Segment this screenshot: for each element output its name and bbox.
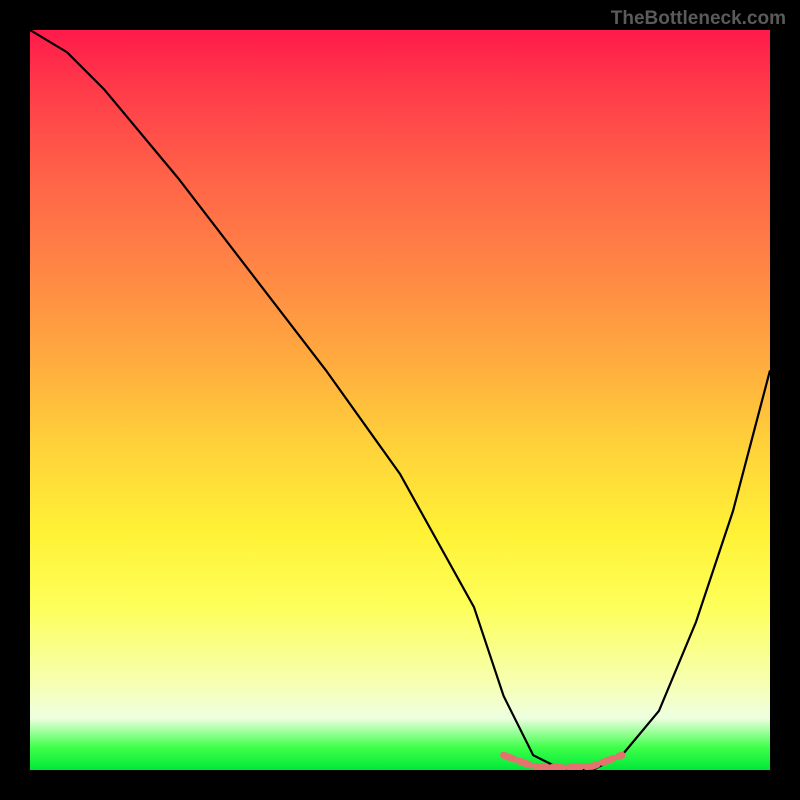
plot-area <box>30 30 770 770</box>
chart-svg <box>30 30 770 770</box>
bottleneck-curve-path <box>30 30 770 770</box>
watermark-text: TheBottleneck.com <box>611 8 786 30</box>
optimal-range-marker-path <box>504 755 622 768</box>
